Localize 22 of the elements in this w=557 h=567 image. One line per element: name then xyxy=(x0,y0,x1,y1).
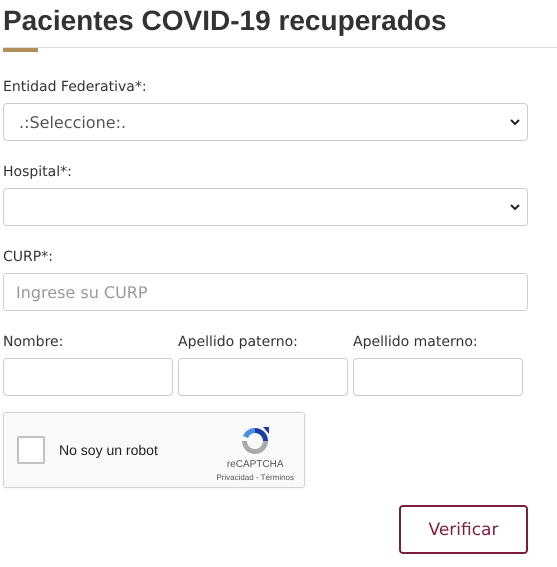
captcha-label: No soy un robot xyxy=(59,442,159,458)
recaptcha-logo-icon xyxy=(239,424,272,456)
input-field[interactable]: Ingrese su CURP xyxy=(3,273,528,311)
dropdown-field[interactable] xyxy=(3,188,528,226)
chevron-down-icon xyxy=(510,204,520,210)
input-field[interactable] xyxy=(353,358,523,396)
field-label: Apellido materno: xyxy=(353,334,478,351)
captcha-checkbox[interactable] xyxy=(17,436,45,464)
title-accent-bar xyxy=(3,48,38,52)
chevron-down-icon xyxy=(510,118,520,126)
page-title: Pacientes COVID-19 recuperados xyxy=(3,4,448,38)
field-label: Apellido paterno: xyxy=(178,334,298,351)
input-field[interactable] xyxy=(178,358,348,396)
field-label: Nombre: xyxy=(3,334,64,351)
verify-button[interactable]: Verificar xyxy=(399,505,528,554)
field-label: CURP*: xyxy=(3,249,53,266)
field-label: Hospital*: xyxy=(3,164,72,181)
input-field[interactable] xyxy=(3,358,173,396)
dropdown-field[interactable]: .:Seleccione:. xyxy=(3,103,528,141)
field-label: Entidad Federativa*: xyxy=(3,79,147,96)
privacy-terms-links[interactable]: Privacidad - Términos xyxy=(216,472,294,482)
recaptcha-brand: reCAPTCHA xyxy=(226,458,284,470)
